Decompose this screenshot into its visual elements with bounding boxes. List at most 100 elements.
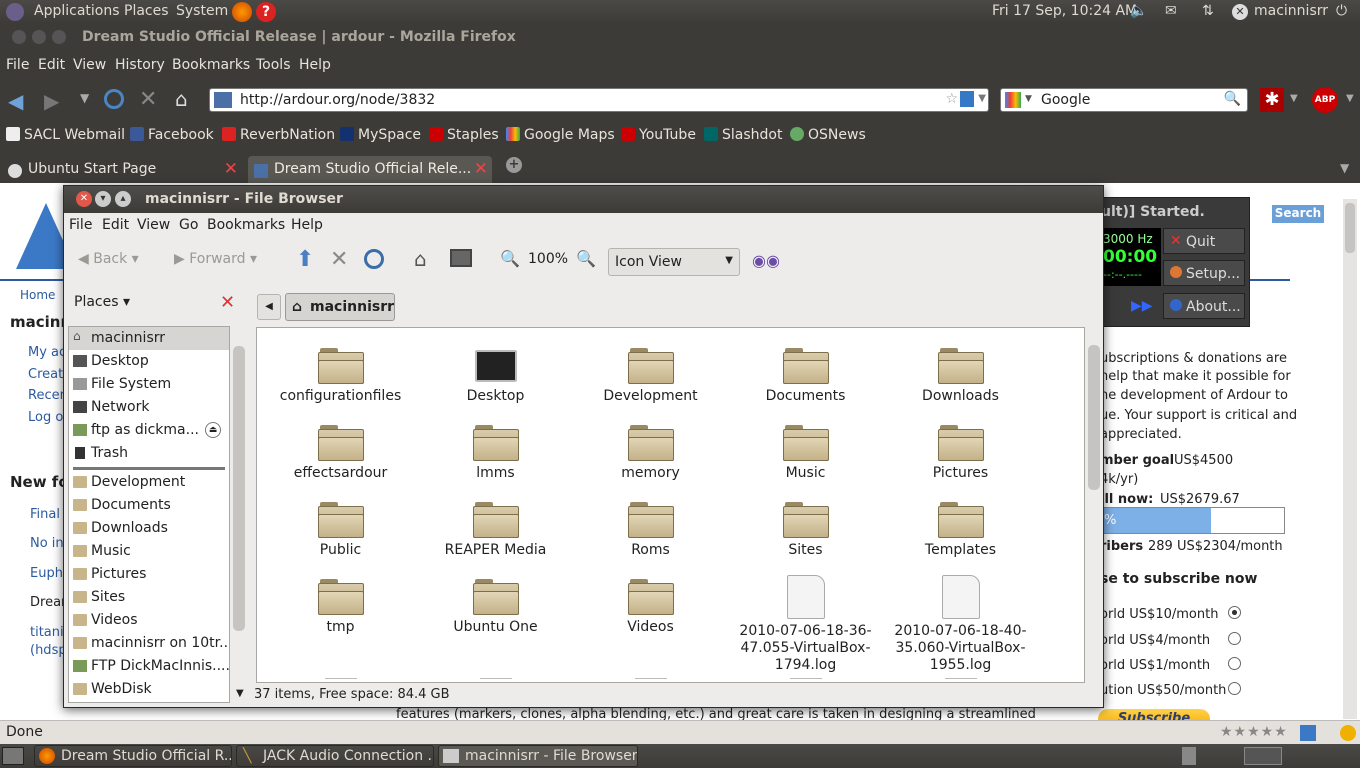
ff-menu-bookmarks[interactable]: Bookmarks (172, 57, 250, 73)
folder-item[interactable]: configurationfiles (263, 336, 418, 405)
bookmark-sites[interactable]: Sites (69, 586, 229, 609)
ff-menu-edit[interactable]: Edit (38, 57, 65, 73)
subscribe-radio-3[interactable] (1228, 657, 1241, 670)
menu-system[interactable]: System (176, 3, 228, 19)
clock[interactable]: Fri 17 Sep, 10:24 AM (992, 3, 1137, 19)
smiley-icon[interactable] (1340, 725, 1356, 741)
firefox-launcher-icon[interactable] (232, 2, 252, 22)
bookmark-webdisk[interactable]: WebDisk (69, 678, 229, 701)
place-desktop[interactable]: Desktop (69, 350, 229, 373)
view-mode-select[interactable]: Icon View ▼ (608, 248, 740, 276)
folder-item[interactable]: Videos (573, 567, 728, 636)
fb-menu-help[interactable]: Help (291, 217, 323, 233)
computer-icon[interactable] (450, 249, 472, 267)
tab-dream-studio[interactable]: Dream Studio Official Rele... ✕ (248, 156, 492, 183)
subscribe-button[interactable]: Subscribe (1098, 709, 1210, 720)
tab-close-icon[interactable]: ✕ (224, 159, 238, 179)
addon-status-icon[interactable] (1300, 725, 1316, 741)
sidebar-scroll-down-icon[interactable]: ▼ (236, 688, 244, 699)
fb-forward-button[interactable]: ▶ Forward ▾ (174, 251, 257, 267)
menu-places[interactable]: Places (124, 3, 169, 19)
close-sidebar-icon[interactable]: ✕ (220, 292, 235, 313)
engine-dropdown-icon[interactable]: ▼ (1025, 94, 1032, 104)
adblock-dropdown-icon[interactable]: ▼ (1346, 93, 1354, 104)
bookmark-facebook[interactable]: Facebook (130, 127, 214, 143)
place-network[interactable]: Network (69, 396, 229, 419)
sidebar-scrollbar-thumb[interactable] (233, 346, 245, 631)
subscribe-radio-4[interactable] (1228, 682, 1241, 695)
stop-icon[interactable]: ✕ (139, 87, 157, 112)
file-browser-titlebar[interactable]: ✕ ▾ ▴ macinnisrr - File Browser (64, 186, 1103, 213)
folder-item[interactable]: Desktop (418, 336, 573, 405)
icon-view-scrollbar-thumb[interactable] (1088, 345, 1100, 490)
fb-back-button[interactable]: ◀ Back ▾ (78, 251, 139, 267)
rating-stars-icon[interactable]: ★★★★★ (1220, 724, 1288, 740)
info-icon[interactable] (960, 91, 974, 107)
reload-icon[interactable] (104, 89, 124, 109)
tab-ubuntu-start-page[interactable]: Ubuntu Start Page ✕ (2, 156, 242, 183)
folder-item[interactable]: Pictures (883, 413, 1038, 482)
zoom-in-icon[interactable]: 🔍 (576, 249, 596, 268)
mail-icon[interactable]: ✉ (1165, 3, 1177, 19)
workspace-switcher[interactable] (1244, 747, 1282, 765)
forum-item[interactable]: (hdsp (30, 643, 67, 658)
folder-item[interactable]: Downloads (883, 336, 1038, 405)
ff-menu-help[interactable]: Help (299, 57, 331, 73)
subscribe-radio-2[interactable] (1228, 632, 1241, 645)
folder-item[interactable]: Public (263, 490, 418, 559)
forum-item[interactable]: No in (30, 536, 64, 551)
bookmark-macinnisrr-10tr[interactable]: macinnisrr on 10tr... (69, 632, 229, 655)
history-dropdown-icon[interactable]: ▼ (80, 91, 89, 105)
user-status-icon[interactable]: ✕ (1232, 4, 1248, 20)
window-close-icon[interactable]: ✕ (76, 191, 92, 207)
bookmark-slashdot[interactable]: Slashdot (704, 127, 782, 143)
bookmark-staples[interactable]: Staples (429, 127, 499, 143)
bookmark-osnews[interactable]: OSNews (790, 127, 866, 143)
ff-menu-tools[interactable]: Tools (256, 57, 291, 73)
folder-item[interactable]: Roms (573, 490, 728, 559)
network-icon[interactable]: ⇅ (1202, 3, 1214, 19)
close-icon[interactable] (12, 30, 26, 44)
path-home-button[interactable]: ⌂ macinnisrr (285, 293, 395, 321)
folder-item[interactable]: REAPER Media (418, 490, 573, 559)
folder-item[interactable]: Ubuntu One (418, 567, 573, 636)
power-icon[interactable]: ⏻ (1336, 3, 1347, 19)
user-name[interactable]: macinnisrr (1254, 3, 1328, 19)
addon-red-icon[interactable]: ✱ (1260, 88, 1284, 112)
adblock-icon[interactable]: ABP (1312, 87, 1338, 113)
window-minimize-icon[interactable]: ▾ (95, 191, 111, 207)
fb-menu-go[interactable]: Go (179, 217, 198, 233)
search-bar[interactable]: ▼ Google 🔍 (1000, 88, 1248, 112)
page-scrollbar[interactable] (1343, 199, 1357, 719)
search-icon[interactable]: 🔍 (1224, 91, 1241, 107)
volume-icon[interactable]: 🔈 (1130, 3, 1147, 19)
user-link-account[interactable]: My ac (28, 345, 66, 360)
place-ftp[interactable]: ftp as dickma... ⏏ (69, 419, 229, 442)
ff-menu-view[interactable]: View (73, 57, 106, 73)
help-icon[interactable]: ? (256, 2, 276, 22)
tab-list-icon[interactable]: ▼ (1340, 161, 1349, 175)
taskbar-jack[interactable]: ╲ JACK Audio Connection ... (236, 745, 434, 767)
ff-menu-history[interactable]: History (115, 57, 165, 73)
folder-item[interactable]: effectsardour (263, 413, 418, 482)
menu-applications[interactable]: Applications (34, 3, 120, 19)
breadcrumb[interactable]: Home (20, 288, 55, 302)
taskbar-file-browser[interactable]: macinnisrr - File Browser (438, 745, 638, 767)
bookmark-development[interactable]: Development (69, 471, 229, 494)
addon-dropdown-icon[interactable]: ▼ (1290, 93, 1298, 104)
url-bar[interactable]: http://ardour.org/node/3832 ☆ ▼ (209, 88, 989, 112)
bookmark-music[interactable]: Music (69, 540, 229, 563)
trash-applet-icon[interactable] (1182, 747, 1196, 765)
bookmark-ftp-dickmacinnis[interactable]: FTP DickMacInnis.... (69, 655, 229, 678)
emblem-icon[interactable]: ◉◉ (752, 251, 780, 270)
reload-icon[interactable] (364, 249, 384, 269)
eject-icon[interactable]: ⏏ (205, 422, 221, 438)
up-arrow-icon[interactable]: ⬆ (296, 247, 314, 272)
forward-icon[interactable]: ▶ (44, 89, 59, 113)
ff-menu-file[interactable]: File (6, 57, 29, 73)
jack-forward-icon[interactable]: ▶▶ (1131, 298, 1153, 314)
file-item[interactable]: 2010-07-06-18-36-47.055-VirtualBox-1794.… (728, 567, 883, 674)
fb-menu-edit[interactable]: Edit (102, 217, 129, 233)
subscribe-radio-1[interactable] (1228, 606, 1241, 619)
google-engine-icon[interactable] (1005, 92, 1021, 108)
